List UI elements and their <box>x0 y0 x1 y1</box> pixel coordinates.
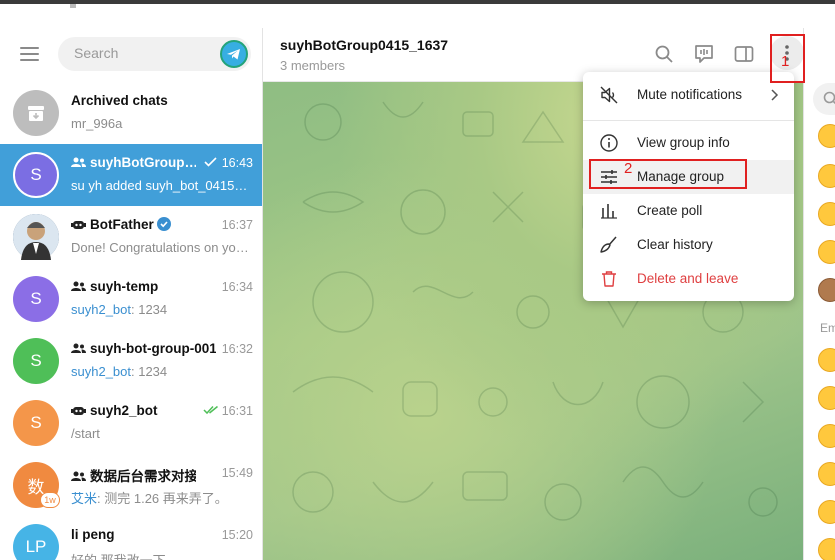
chat-preview: suyh2_bot: 1234 <box>71 302 168 317</box>
chevron-right-icon <box>771 89 779 101</box>
avatar: S <box>13 400 59 446</box>
search-input[interactable] <box>74 45 214 61</box>
annotation-box-2 <box>589 159 747 189</box>
search-box[interactable] <box>58 37 251 71</box>
monkey-emoji-icon[interactable] <box>818 278 835 302</box>
chat-item-botfather[interactable]: BotFather 16:37 Done! Congratulations on… <box>0 206 262 268</box>
sidebar-header <box>0 28 262 82</box>
member-count: 3 members <box>280 58 346 73</box>
emoji-section-label: Em <box>820 321 835 335</box>
chat-item-suyh-bot-group-001[interactable]: S suyh-bot-group-001 16:32 suyh2_bot: 12… <box>0 330 262 392</box>
chat-preview: su yh added suyh_bot_0415_… <box>71 178 253 193</box>
menu-item-label: Delete and leave <box>637 271 739 286</box>
menu-divider <box>583 120 794 121</box>
emoji-icon[interactable] <box>818 348 835 372</box>
avatar-badge: 1w <box>40 492 60 508</box>
emoji-icon[interactable] <box>818 538 835 560</box>
emoji-icon[interactable] <box>818 500 835 524</box>
chat-name: li peng <box>71 527 115 542</box>
read-check-icon <box>204 157 217 167</box>
sidebar-toggle-icon[interactable] <box>732 42 756 66</box>
delete-and-leave-item[interactable]: Delete and leave <box>583 262 794 296</box>
avatar <box>13 214 59 260</box>
clear-history-item[interactable]: Clear history <box>583 228 794 262</box>
chat-time: 16:37 <box>221 218 253 232</box>
chat-name: suyhBotGroup… <box>71 155 196 170</box>
chat-preview: suyh2_bot: 1234 <box>71 364 168 379</box>
avatar: LP <box>13 524 59 560</box>
menu-item-label: Mute notifications <box>637 87 743 102</box>
menu-item-label: Create poll <box>637 203 703 218</box>
chat-name: Archived chats <box>71 93 168 108</box>
chat-list-sidebar: Archived chats mr_996a S suyhBotGroup… 1… <box>0 28 263 560</box>
avatar: S <box>13 338 59 384</box>
emoji-icon[interactable] <box>818 424 835 448</box>
chat-item-archived[interactable]: Archived chats mr_996a <box>0 82 262 144</box>
search-icon[interactable] <box>652 42 676 66</box>
chat-item-li-peng[interactable]: LP li peng 15:20 好的 那我改一下 <box>0 516 262 560</box>
verified-icon <box>156 217 171 231</box>
menu-item-label: View group info <box>637 135 730 150</box>
chat-preview: /start <box>71 426 100 441</box>
chat-time: 16:34 <box>221 280 253 294</box>
chat-name: suyh2_bot <box>71 403 196 418</box>
double-check-icon <box>203 405 218 415</box>
chat-time: 15:49 <box>221 466 253 480</box>
chat-preview: 艾米: 测完 1.26 再来弄了。 <box>71 491 228 506</box>
emoji-icon[interactable] <box>818 164 835 188</box>
bot-icon <box>71 407 86 415</box>
emoji-icon[interactable] <box>818 462 835 486</box>
mute-icon <box>600 86 618 104</box>
avatar: S <box>13 152 59 198</box>
annotation-label-2: 2 <box>624 160 633 177</box>
archive-icon <box>13 90 59 136</box>
emoji-panel: Em <box>803 28 835 560</box>
annotation-label-1: 1 <box>781 53 790 70</box>
group-icon <box>71 343 86 353</box>
chat-name: suyh-temp <box>71 279 196 294</box>
chat-time: 16:43 <box>203 156 253 170</box>
chat-name: BotFather <box>71 217 196 232</box>
chat-time: 16:31 <box>203 404 253 418</box>
chat-title[interactable]: suyhBotGroup0415_1637 <box>280 37 448 53</box>
trash-icon <box>602 271 616 287</box>
chat-preview: Done! Congratulations on yo… <box>71 240 249 255</box>
emoji-icon[interactable] <box>818 240 835 264</box>
window-frame <box>0 0 835 4</box>
chat-name: 数据后台需求对接 <box>71 465 196 485</box>
chat-time: 15:20 <box>221 528 253 542</box>
group-icon <box>71 471 86 481</box>
video-chat-icon[interactable] <box>692 42 716 66</box>
telegram-logo-icon[interactable] <box>220 40 248 68</box>
bot-icon <box>71 221 86 229</box>
menu-icon[interactable] <box>20 47 39 61</box>
chat-preview: mr_996a <box>71 116 123 131</box>
chat-preview: 好的 那我改一下 <box>71 550 253 560</box>
poll-icon <box>601 204 617 219</box>
window-dot <box>70 4 76 8</box>
group-icon <box>71 281 86 291</box>
broom-icon <box>600 236 617 253</box>
chat-name: suyh-bot-group-001 <box>71 341 216 356</box>
top-strip <box>0 0 835 28</box>
emoji-icon[interactable] <box>818 386 835 410</box>
info-icon <box>600 134 618 152</box>
emoji-icon[interactable] <box>818 124 835 148</box>
create-poll-item[interactable]: Create poll <box>583 194 794 228</box>
mute-notifications-item[interactable]: Mute notifications <box>583 78 794 112</box>
chat-item-suyh2-bot[interactable]: S suyh2_bot 16:31 /start <box>0 392 262 454</box>
chat-item-data-backend[interactable]: 数 1w 数据后台需求对接 15:49 艾米: 测完 1.26 再来弄了。 <box>0 454 262 516</box>
menu-item-label: Clear history <box>637 237 713 252</box>
chat-item-suyh-temp[interactable]: S suyh-temp 16:34 suyh2_bot: 1234 <box>0 268 262 330</box>
chat-item-suyhbotgroup[interactable]: S suyhBotGroup… 16:43 su yh added suyh_b… <box>0 144 262 206</box>
group-icon <box>71 157 86 167</box>
chat-time: 16:32 <box>221 342 253 356</box>
avatar: S <box>13 276 59 322</box>
emoji-icon[interactable] <box>818 202 835 226</box>
view-group-info-item[interactable]: View group info <box>583 126 794 160</box>
emoji-search[interactable] <box>813 83 835 115</box>
